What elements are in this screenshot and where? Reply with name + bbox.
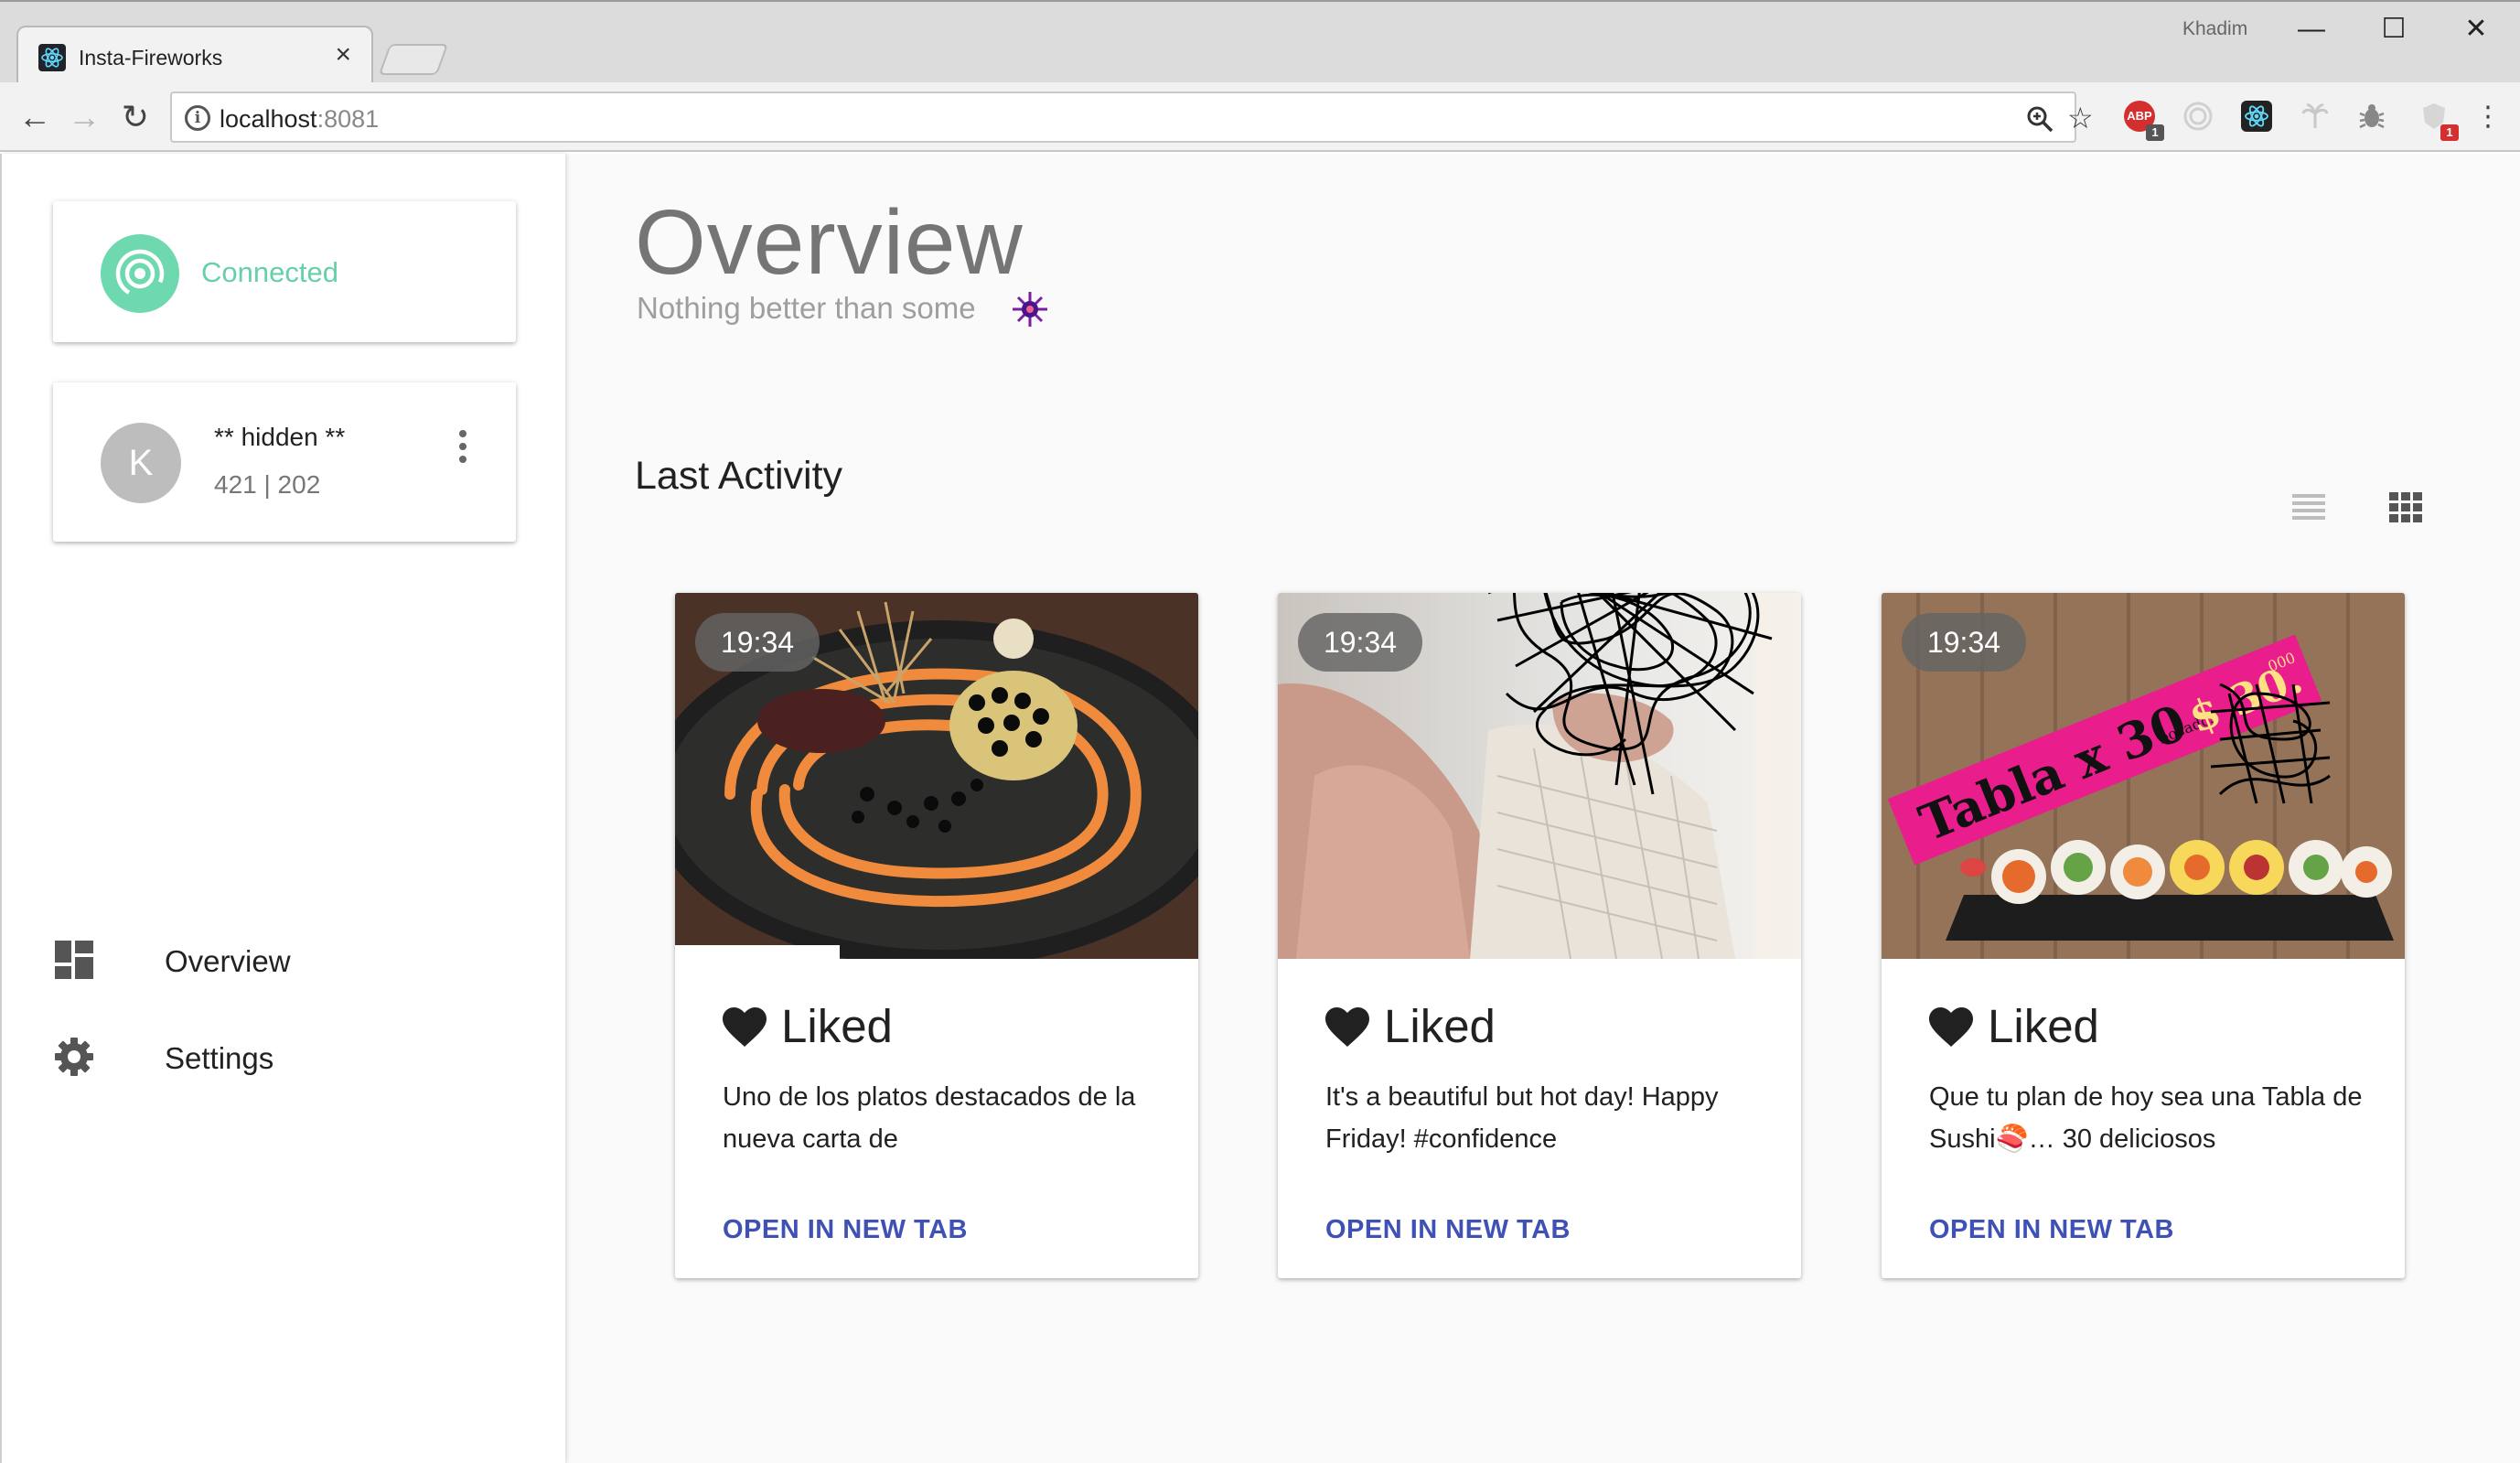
open-in-new-tab-button[interactable]: OPEN IN NEW TAB [723,1215,968,1245]
connection-status-card: Connected [53,201,516,342]
browser-tabstrip: Insta-Fireworks × Khadim — ☐ ✕ [0,0,2520,84]
gear-icon [55,1038,93,1076]
extension-target-icon[interactable] [2182,101,2214,132]
sidebar: Connected K ** hidden ** 421 | 202 Overv… [0,154,565,1463]
account-stats: 421 | 202 [214,470,321,499]
tab-title: Insta-Fireworks [79,46,223,70]
action-label: Liked [1988,1000,2099,1052]
new-tab-button[interactable] [378,44,449,75]
activity-card: Tabla x 30 bocados $ 30. 000 19:34 Liked… [1882,593,2405,1278]
action-label: Liked [1384,1000,1496,1052]
heart-icon [723,1007,767,1047]
action-label: Liked [781,1000,893,1052]
section-title: Last Activity [635,454,843,498]
time-chip: 19:34 [1902,613,2026,672]
extension-palm-icon[interactable] [2300,101,2331,132]
heart-icon [1929,1007,1973,1047]
heart-icon [1325,1007,1369,1047]
browser-menu-icon[interactable]: ⋮ [2466,95,2510,139]
react-logo-icon [38,44,66,71]
page-subtitle: Nothing better than some [637,291,976,325]
url-text: localhost:8081 [220,105,380,133]
zoom-icon[interactable] [2025,104,2054,134]
post-caption: It's a beautiful but hot day! Happy Frid… [1325,1082,1719,1154]
redaction-scribble [1488,593,1773,795]
post-image: 19:34 [1278,593,1801,959]
info-icon[interactable]: i [185,105,210,131]
sidebar-item-label: Settings [165,1041,274,1075]
post-caption: Uno de los platos destacados de la nueva… [723,1082,1136,1154]
sidebar-item-overview[interactable]: Overview [53,928,510,992]
sidebar-item-settings[interactable]: Settings [53,1025,510,1089]
extension-bug-icon[interactable] [2356,101,2387,132]
time-chip: 19:34 [1298,613,1422,672]
grid-view-icon[interactable] [2386,487,2426,527]
react-devtools-icon[interactable] [2241,101,2272,132]
extension-shield-icon[interactable]: 1 [2418,101,2459,141]
firework-icon [1013,292,1047,327]
forward-arrow-icon[interactable]: → [62,95,106,139]
more-vert-icon[interactable] [445,426,481,470]
reload-icon[interactable]: ↻ [113,95,157,139]
maximize-icon[interactable]: ☐ [2353,7,2435,51]
sidebar-item-label: Overview [165,944,291,978]
adblock-icon[interactable]: ABP 1 [2124,101,2164,141]
post-image: Tabla x 30 bocados $ 30. 000 19:34 [1882,593,2405,959]
open-in-new-tab-button[interactable]: OPEN IN NEW TAB [1929,1215,2174,1245]
browser-toolbar: ← → ↻ i localhost:8081 ☆ ABP 1 1 ⋮ [0,82,2520,152]
redaction-scribble [2210,683,2331,804]
page-title: Overview [635,191,1024,294]
tab-close-icon[interactable]: × [335,38,351,71]
bookmark-star-icon[interactable]: ☆ [2067,102,2094,134]
activity-card: 19:34 Liked Uno de los platos destacados… [675,593,1198,1278]
post-caption: Que tu plan de hoy sea una Tabla de Sush… [1929,1082,2363,1154]
activity-card: 19:34 Liked It's a beautiful but hot day… [1278,593,1801,1278]
close-window-icon[interactable]: ✕ [2435,7,2517,51]
connection-status-label: Connected [201,256,338,288]
minimize-icon[interactable]: — [2270,7,2353,51]
list-view-icon[interactable] [2289,487,2329,527]
account-name: ** hidden ** [214,423,346,451]
back-arrow-icon[interactable]: ← [13,95,57,139]
connection-status-icon [101,234,179,313]
browser-profile-name[interactable]: Khadim [2182,18,2247,40]
post-image: 19:34 [675,593,1198,959]
main-content: Overview Nothing better than some Last A… [565,154,2520,1463]
account-card: K ** hidden ** 421 | 202 [53,382,516,542]
avatar: K [101,423,181,503]
address-bar[interactable]: i localhost:8081 ☆ [170,91,2094,143]
browser-tab[interactable]: Insta-Fireworks × [16,26,373,84]
open-in-new-tab-button[interactable]: OPEN IN NEW TAB [1325,1215,1571,1245]
dashboard-icon [55,941,93,979]
time-chip: 19:34 [695,613,820,672]
